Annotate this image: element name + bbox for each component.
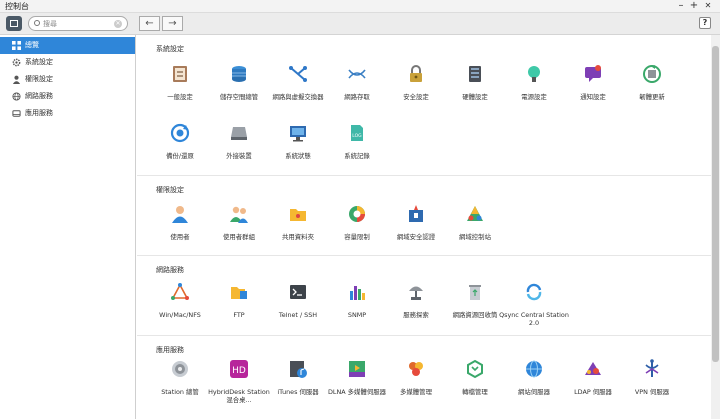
svg-text:LOG: LOG [352,133,362,139]
hybriddesk-icon: HD [230,360,248,378]
web-server-icon [526,360,542,378]
scrollbar-thumb[interactable] [712,46,719,362]
section-privilege-settings: 權限設定 使用者 使用者群組 共用資料夾 容量限制 網域安全認證 網域控制站 [137,176,711,256]
notification-icon [585,65,601,82]
backup-restore-icon [170,123,190,143]
sidebar-item-system-settings[interactable]: 系統設定 [0,54,135,71]
sidebar-item-applications[interactable]: 應用服務 [0,105,135,122]
gear-icon [12,58,21,67]
shared-folder-icon [290,209,306,221]
svg-text:HD: HD [232,366,246,376]
power-bulb-icon [528,66,540,82]
network-switch-icon [289,66,307,82]
firmware-item[interactable]: 韌體更新 [617,64,687,101]
section-applications: 應用服務 Station 總管 HD HybridDesk Station 混合… [137,336,711,419]
window-icon [10,20,18,27]
dlna-icon [349,361,365,377]
station-manager-icon [172,361,188,377]
network-access-icon [348,69,366,79]
firmware-icon [643,65,661,83]
vpn-icon [645,359,659,377]
multimedia-icon [409,362,423,376]
system-log-item[interactable]: LOG 系統記錄 [322,123,392,160]
sidebar-item-network-services[interactable]: 網路服務 [0,88,135,105]
lock-icon [410,65,422,82]
ftp-icon [231,287,247,299]
menu-button[interactable] [6,16,22,31]
hardware-icon [469,66,481,82]
section-title: 系統設定 [156,45,184,53]
clear-icon[interactable]: ✕ [114,20,122,28]
item-label: 韌體更新 [639,93,665,101]
transcode-icon [467,359,483,379]
item-label: VPN 伺服器 [634,388,670,396]
itunes-server-icon [290,361,307,378]
sidebar: 總覽 系統設定 權限設定 網路服務 應用服務 [0,35,136,419]
minimize-button[interactable]: – [676,0,686,12]
domain-controller-icon [467,206,483,221]
back-button[interactable]: ← [139,16,160,31]
close-button[interactable]: ✕ [703,0,713,12]
qsync-item[interactable]: Qsync Central Station 2.0 [499,282,569,327]
quota-icon [349,206,365,222]
service-discovery-icon [409,286,423,300]
section-system-settings: 系統設定 一般設定 儲存空間總管 網路與虛擬交換器 網路存取 安全設定 硬體設定… [137,35,711,176]
item-label: 系統記錄 [344,152,370,160]
globe-icon [12,92,21,101]
search-placeholder: 搜尋 [43,20,57,28]
window-title: 控制台 [5,2,29,11]
domain-security-icon [409,205,423,222]
sidebar-item-overview[interactable]: 總覽 [0,37,135,54]
external-device-icon [231,127,247,140]
sidebar-item-label: 系統設定 [25,58,53,66]
section-title: 權限設定 [156,186,184,194]
general-settings-icon [173,66,187,82]
recycle-bin-icon [469,285,481,300]
vpn-item[interactable]: VPN 伺服器 [617,359,687,396]
search-input[interactable]: 搜尋 ✕ [28,16,128,31]
section-title: 網路服務 [156,266,184,274]
sidebar-item-privilege[interactable]: 權限設定 [0,71,135,88]
domain-controller-item[interactable]: 網域控制站 [440,204,510,241]
qsync-icon [526,283,542,301]
sidebar-item-label: 網路服務 [25,92,53,100]
title-bar: 控制台 – + ✕ [0,0,720,13]
help-button[interactable]: ? [699,17,711,29]
drive-icon [12,110,21,117]
user-icon [172,206,188,223]
system-status-icon [290,126,306,142]
terminal-icon [290,285,306,299]
section-title: 應用服務 [156,346,184,354]
maximize-button[interactable]: + [689,0,699,12]
item-label: Qsync Central Station 2.0 [499,311,569,327]
toolbar: 搜尋 ✕ ← → ? [0,13,720,35]
ldap-icon [585,362,601,375]
forward-button[interactable]: → [162,16,183,31]
user-group-icon [230,206,248,223]
storage-manager-icon [232,66,246,82]
system-log-icon: LOG [351,125,363,141]
grid-icon [12,41,21,50]
section-network-services: 網路服務 Win/Mac/NFS FTP Telnet / SSH SNMP 服… [137,256,711,336]
item-label: 網域控制站 [459,233,491,241]
win-mac-nfs-icon [171,283,189,300]
sidebar-item-label: 權限設定 [25,75,53,83]
sidebar-item-label: 總覽 [25,41,39,49]
search-icon [34,20,40,26]
snmp-icon [350,286,365,300]
main-panel: 系統設定 一般設定 儲存空間總管 網路與虛擬交換器 網路存取 安全設定 硬體設定… [137,35,711,419]
sidebar-item-label: 應用服務 [25,109,53,117]
user-icon [12,75,21,84]
